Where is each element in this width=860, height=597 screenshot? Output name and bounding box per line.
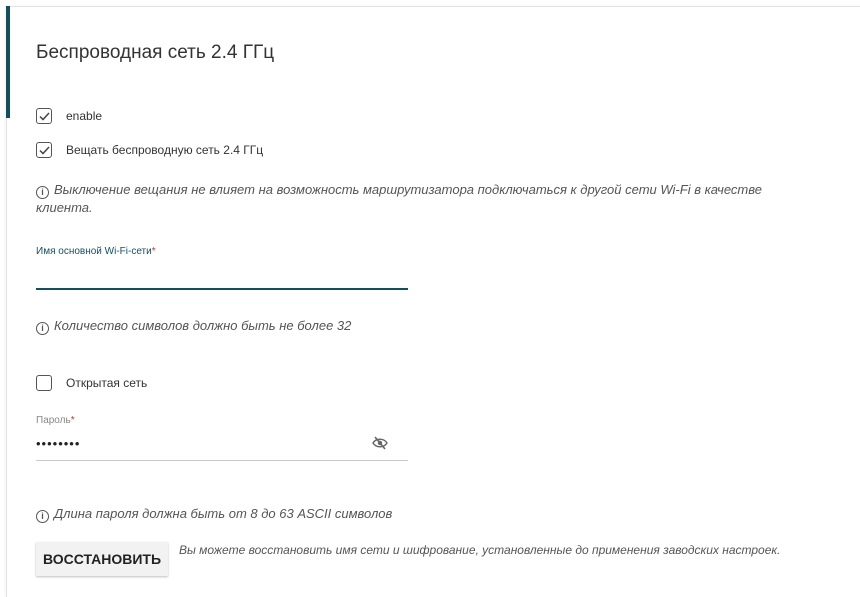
broadcast-checkbox[interactable] [36,142,52,158]
ssid-info-note: i Количество символов должно быть не боле… [36,317,351,335]
open-network-checkbox-row[interactable]: Открытая сеть [36,375,147,391]
restore-button[interactable]: ВОССТАНОВИТЬ [36,542,168,576]
checkmark-icon [38,145,50,155]
info-circle-icon: i [36,186,49,199]
open-network-checkbox[interactable] [36,375,52,391]
ssid-input[interactable] [36,262,408,290]
broadcast-checkbox-row[interactable]: Вещать беспроводную сеть 2.4 ГГц [36,142,263,158]
password-input[interactable] [36,432,376,454]
eye-slash-icon[interactable] [372,436,388,450]
section-accent-bar [6,6,10,118]
password-field-label: Пароль* [36,415,75,426]
open-network-checkbox-label: Открытая сеть [66,376,148,390]
restore-info-text: Вы можете восстановить имя сети и шифров… [179,543,781,557]
info-circle-icon: i [36,510,49,523]
checkmark-icon [38,111,50,121]
broadcast-info-note: i Выключение вещания не влияет на возможн… [36,182,762,215]
enable-checkbox[interactable] [36,108,52,124]
ssid-field-label: Имя основной Wi-Fi-сети* [36,246,156,257]
password-info-note: i Длина пароля должна быть от 8 до 63 ASC… [36,505,392,523]
info-circle-icon: i [36,322,49,335]
broadcast-checkbox-label: Вещать беспроводную сеть 2.4 ГГц [66,143,264,157]
section-title: Беспроводная сеть 2.4 ГГц [36,42,275,63]
enable-checkbox-label: enable [66,109,103,123]
password-underline [36,460,408,461]
enable-checkbox-row[interactable]: enable [36,108,102,124]
